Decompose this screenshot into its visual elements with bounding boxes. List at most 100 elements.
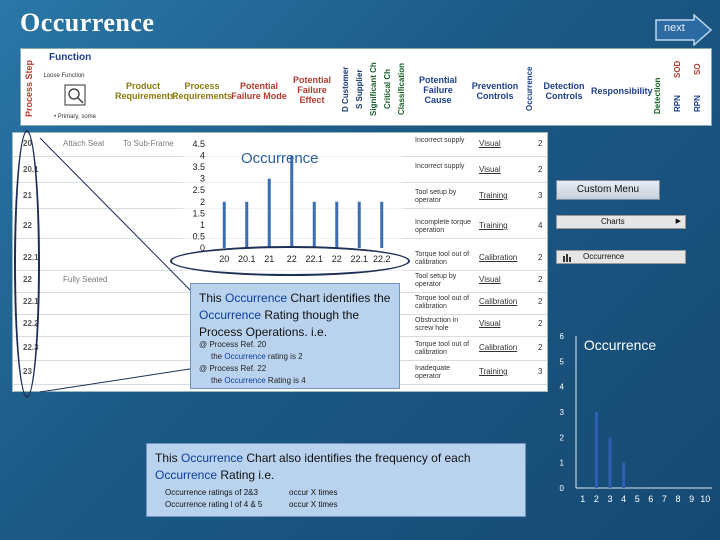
header-s-supplier: S Supplier: [355, 69, 364, 109]
occurrence-rating: 2: [538, 297, 543, 306]
chart1-bar: [245, 201, 249, 248]
failure-cause: Inadequate operator: [415, 365, 451, 380]
operation-name: Fully Seated: [63, 275, 108, 284]
callout1-text: This: [199, 291, 226, 305]
header-classification: Classification: [397, 63, 406, 116]
x-axis-highlight-oval: [170, 246, 410, 276]
callout1-line1: @ Process Ref. 20: [199, 340, 267, 349]
chart2-ytick: 6: [560, 332, 565, 341]
chart2-bar: [622, 462, 626, 488]
callout1-text: Chart identifies the: [287, 291, 391, 305]
chart2-ytick: 4: [560, 383, 565, 392]
prevention-control[interactable]: Visual: [479, 165, 501, 174]
custom-menu-button[interactable]: Custom Menu: [556, 180, 660, 200]
header-occurrence: Occurrence: [525, 66, 534, 112]
callout1-line3: @ Process Ref. 22: [199, 364, 267, 373]
prevention-control[interactable]: Calibration: [479, 253, 517, 262]
chart1-bar: [290, 155, 294, 248]
page-title: Occurrence: [20, 8, 155, 37]
header-significant: Significant Ch: [369, 62, 378, 116]
chart1-bar: [267, 178, 271, 248]
prevention-control[interactable]: Training: [479, 221, 508, 230]
prevention-control[interactable]: Calibration: [479, 297, 517, 306]
occurrence-rating: 4: [538, 221, 543, 230]
chart1-ytick: 1: [200, 220, 205, 230]
chart2-xtick: 8: [675, 494, 680, 504]
menu-item-charts[interactable]: Charts ▶: [556, 215, 686, 229]
chart1-ytick: 1.5: [192, 208, 205, 218]
chart2-bar: [608, 437, 612, 488]
prevention-control[interactable]: Training: [479, 367, 508, 376]
occurrence-frequency-chart: Occurrence 6 5 4 3 2 1 0 1 2 3 4 5 6 7 8 9 10: [540, 330, 720, 510]
chart1-title: Occurrence: [241, 150, 319, 167]
operation-name: Attach Seat: [63, 139, 105, 148]
callout-chart2-explanation: This Occurrence Chart also identifies th…: [146, 443, 526, 517]
chart1-bar: [312, 201, 316, 248]
occurrence-rating: 2: [538, 165, 543, 174]
chart1-ytick: 0.5: [192, 231, 205, 241]
failure-cause: Torque tool out of calibration: [415, 251, 470, 266]
prevention-control[interactable]: Calibration: [479, 343, 517, 352]
chart2-xtick: 2: [594, 494, 599, 504]
chart1-ytick: 3: [200, 174, 205, 184]
prevention-control[interactable]: Visual: [479, 319, 501, 328]
header-process-step: Process Step: [24, 59, 34, 117]
callout2-row1-value: occur X times: [289, 488, 338, 497]
menu-item-occurrence-label: Occurrence: [583, 252, 625, 261]
header-sod: SOD: [673, 60, 682, 78]
failure-cause: Torque tool out of calibration: [415, 295, 470, 310]
chart1-bar: [380, 201, 384, 248]
bar-chart-icon: [563, 254, 571, 262]
header-cause: Potential Failure Cause: [418, 75, 457, 105]
next-button[interactable]: next: [654, 14, 712, 46]
header-rpn-2: RPN: [693, 95, 702, 113]
header-rpn: RPN: [673, 95, 682, 113]
chart2-ytick: 3: [560, 408, 565, 417]
chart2-xtick: 7: [662, 494, 667, 504]
header-failure-mode: Potential Failure Mode: [231, 81, 287, 101]
failure-cause: Incorrect supply: [415, 163, 465, 170]
prevention-control[interactable]: Visual: [479, 139, 501, 148]
magnifier-icon: [64, 84, 86, 106]
occurrence-rating: 2: [538, 275, 543, 284]
next-label: next: [664, 22, 685, 34]
menu-item-charts-label: Charts: [601, 217, 625, 226]
chart1-ytick: 4: [200, 151, 205, 161]
header-responsibility: Responsibility: [591, 86, 653, 96]
header-function: Function: [49, 52, 92, 63]
chart2-ytick: 0: [560, 484, 565, 493]
callout1-line4: the Occurrence Rating is 4: [211, 376, 306, 385]
header-critical: Critical Ch: [383, 69, 392, 110]
chart2-xtick: 5: [635, 494, 640, 504]
process-ref-highlight-oval: [14, 130, 40, 398]
header-function-sub: Loose Function: [43, 73, 85, 79]
prevention-control[interactable]: Visual: [479, 275, 501, 284]
occurrence-rating: 2: [538, 139, 543, 148]
chart1-ytick: 3.5: [192, 162, 205, 172]
callout2-lead: This Occurrence Chart also identifies th…: [155, 451, 471, 482]
occurrence-rating: 2: [538, 253, 543, 262]
chart2-ytick: 1: [560, 459, 565, 468]
chart2-ytick: 2: [560, 433, 565, 442]
callout2-row1-label: Occurrence ratings of 2&3: [165, 488, 258, 497]
header-product: Product Requirements: [115, 81, 176, 101]
prevention-control[interactable]: Training: [479, 191, 508, 200]
callout1-keyword: Occurrence: [225, 291, 288, 305]
fmea-header: Process Step Function Loose Function • P…: [20, 48, 712, 126]
chart1-ytick: 4.5: [192, 139, 205, 149]
operation-desc: To Sub-Frame: [123, 139, 174, 148]
chart1-bar: [357, 201, 361, 248]
header-function-foot: • Primary, some: [54, 114, 96, 120]
chart2-bar: [594, 412, 598, 488]
header-d-customer: D Customer: [341, 66, 350, 112]
failure-cause: Incomplete torque operation: [415, 219, 472, 234]
failure-cause: Obstruction in screw hole: [415, 317, 459, 332]
header-detection-controls: Detection Controls: [543, 81, 585, 101]
header-detection: Detection: [653, 77, 662, 115]
header-failure-effect: Potential Failure Effect: [292, 75, 331, 105]
failure-cause: Tool setup by operator: [415, 273, 457, 288]
header-process: Process Requirements: [171, 81, 233, 101]
chart2-xtick: 9: [689, 494, 694, 504]
menu-item-occurrence[interactable]: Occurrence: [556, 250, 686, 264]
callout2-row2-label: Occurrence rating l of 4 & 5: [165, 500, 263, 509]
